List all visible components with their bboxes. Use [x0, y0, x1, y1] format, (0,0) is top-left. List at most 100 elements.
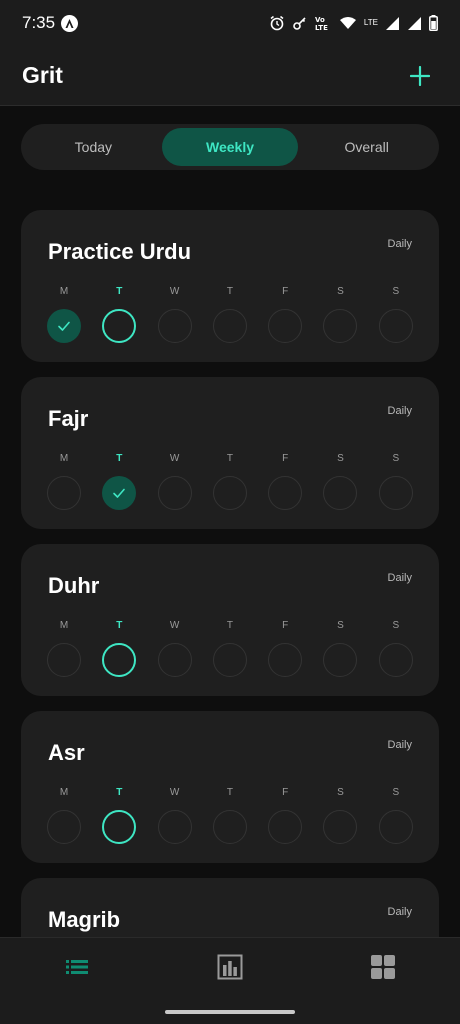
app-bar: Grit: [0, 46, 460, 106]
day-checkbox[interactable]: [157, 476, 192, 510]
day-letter: S: [337, 787, 344, 798]
day-checkbox[interactable]: [378, 810, 413, 844]
day-letter: T: [226, 787, 233, 798]
day-checkbox[interactable]: [323, 643, 358, 677]
day-letter: M: [59, 620, 69, 631]
bottom-nav: [0, 937, 460, 1024]
day-checkbox[interactable]: [268, 810, 303, 844]
day-checkbox[interactable]: [47, 643, 81, 677]
day-checkbox[interactable]: [212, 810, 247, 844]
habit-card[interactable]: Duhr Daily M T W T F S S: [21, 544, 439, 696]
day-checkbox[interactable]: [323, 309, 358, 343]
week-days: MTWTFSS: [47, 453, 434, 510]
day-checkbox[interactable]: [378, 309, 413, 343]
day-column: F: [268, 787, 323, 844]
habit-name: Practice Urdu: [48, 239, 192, 264]
habit-name: Duhr: [48, 573, 100, 598]
day-checkbox[interactable]: [323, 810, 358, 844]
day-letter: T: [226, 620, 233, 631]
day-column: S: [378, 453, 434, 510]
day-column: T: [212, 286, 268, 343]
day-checkbox[interactable]: [323, 476, 358, 510]
status-bar: 7:35 Vo LTE LTE: [0, 0, 460, 46]
day-letter: S: [392, 453, 400, 464]
day-letter: T: [116, 286, 123, 297]
nav-statistics[interactable]: [153, 954, 306, 980]
day-checkbox[interactable]: [102, 476, 137, 510]
week-days: MTWTFSS: [47, 787, 434, 844]
day-letter: M: [59, 286, 69, 297]
day-checkbox[interactable]: [378, 643, 413, 677]
day-checkbox[interactable]: [47, 810, 81, 844]
day-letter: F: [282, 286, 289, 297]
volte-icon: Vo LTE: [315, 16, 328, 31]
day-column: W: [157, 787, 213, 844]
plus-icon: [410, 65, 430, 86]
day-checkbox[interactable]: [47, 476, 81, 510]
status-time: 7:35: [22, 13, 56, 32]
day-column: F: [268, 453, 323, 510]
day-column: W: [157, 453, 213, 510]
tab-weekly[interactable]: Weekly: [161, 128, 299, 166]
nav-habits[interactable]: [0, 957, 153, 977]
day-letter: S: [337, 620, 344, 631]
day-column: S: [378, 787, 434, 844]
day-checkbox[interactable]: [212, 476, 247, 510]
habit-name: Magrib: [48, 907, 121, 932]
battery-icon: [429, 15, 438, 31]
day-column: M: [47, 453, 102, 510]
day-checkbox[interactable]: [102, 643, 137, 677]
day-column: T: [102, 787, 157, 844]
day-letter: S: [392, 286, 400, 297]
lte-label: LTE: [363, 18, 378, 27]
day-column: T: [102, 620, 157, 677]
day-checkbox[interactable]: [268, 643, 303, 677]
add-habit-button[interactable]: [402, 58, 438, 94]
habit-card[interactable]: Practice Urdu Daily M T W T F S S: [21, 210, 439, 362]
habit-frequency: Daily: [387, 405, 412, 417]
day-column: S: [378, 286, 434, 343]
day-letter: W: [169, 620, 180, 631]
svg-text:LTE: LTE: [315, 24, 328, 31]
day-checkbox[interactable]: [102, 810, 137, 844]
signal-icon: [386, 16, 399, 30]
day-column: M: [47, 286, 102, 343]
day-checkbox[interactable]: [378, 476, 413, 510]
day-column: S: [323, 620, 378, 677]
day-letter: T: [226, 453, 233, 464]
tab-today[interactable]: Today: [25, 128, 162, 166]
habit-name: Asr: [48, 740, 85, 765]
day-checkbox[interactable]: [268, 476, 303, 510]
home-indicator[interactable]: [165, 1010, 295, 1014]
day-checkbox[interactable]: [157, 643, 192, 677]
day-letter: F: [282, 620, 289, 631]
day-column: W: [157, 286, 213, 343]
day-checkbox[interactable]: [268, 309, 303, 343]
day-column: W: [157, 620, 213, 677]
day-checkbox[interactable]: [212, 309, 247, 343]
habit-card[interactable]: Fajr Daily M T W T F S S: [21, 377, 439, 529]
day-checkbox[interactable]: [212, 643, 247, 677]
habit-frequency: Daily: [387, 739, 412, 751]
check-icon: [58, 321, 70, 331]
day-checkbox[interactable]: [102, 309, 137, 343]
day-column: S: [323, 286, 378, 343]
day-letter: S: [337, 453, 344, 464]
nav-dashboard[interactable]: [307, 954, 460, 980]
app-notification-icon: [61, 14, 79, 32]
list-icon: [65, 960, 88, 974]
day-letter: T: [226, 286, 233, 297]
day-checkbox[interactable]: [157, 810, 192, 844]
grid-icon: [371, 955, 396, 979]
day-column: F: [268, 286, 323, 343]
day-letter: S: [392, 787, 400, 798]
day-letter: W: [169, 453, 180, 464]
day-column: T: [102, 453, 157, 510]
day-column: T: [212, 453, 268, 510]
day-checkbox[interactable]: [157, 309, 192, 343]
habit-list: Practice Urdu Daily M T W T F S S Fajr Daily M T W T F S…: [21, 210, 439, 1024]
habit-card[interactable]: Asr Daily M T W T F S S: [21, 711, 439, 863]
tab-overall[interactable]: Overall: [298, 128, 435, 166]
app-title: Grit: [22, 62, 63, 88]
day-checkbox[interactable]: [47, 309, 81, 343]
